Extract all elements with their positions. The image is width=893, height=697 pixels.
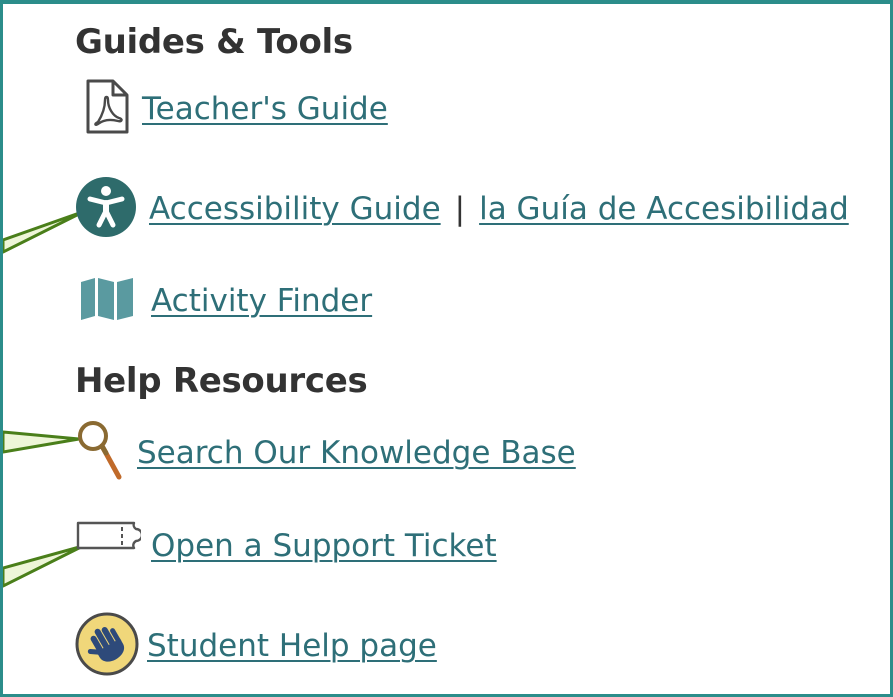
waving-hand-icon bbox=[75, 612, 139, 680]
link-separator: | bbox=[454, 191, 466, 227]
accessibility-guide-link[interactable]: Accessibility Guide bbox=[149, 191, 441, 227]
help-resources-heading: Help Resources bbox=[75, 361, 368, 401]
guides-tools-heading: Guides & Tools bbox=[75, 22, 353, 62]
support-ticket-row: Open a Support Ticket bbox=[75, 520, 497, 564]
accessibility-person-icon bbox=[75, 176, 137, 242]
knowledge-base-row: Search Our Knowledge Base bbox=[75, 419, 576, 487]
magnifying-glass-icon bbox=[75, 419, 127, 487]
student-help-row: Student Help page bbox=[75, 612, 437, 680]
activity-finder-link[interactable]: Activity Finder bbox=[151, 283, 372, 319]
resources-panel: Guides & Tools Teacher's Guide Accessibi… bbox=[0, 0, 893, 697]
teachers-guide-row: Teacher's Guide bbox=[83, 78, 388, 140]
knowledge-base-link[interactable]: Search Our Knowledge Base bbox=[137, 435, 576, 471]
map-icon bbox=[79, 276, 135, 326]
student-help-link[interactable]: Student Help page bbox=[147, 628, 437, 664]
activity-finder-row: Activity Finder bbox=[79, 276, 372, 326]
ticket-icon bbox=[75, 520, 144, 564]
accessibility-guide-row: Accessibility Guide | la Guía de Accesib… bbox=[75, 176, 849, 242]
pdf-document-icon bbox=[83, 78, 131, 140]
guia-accesibilidad-link[interactable]: la Guía de Accesibilidad bbox=[479, 191, 849, 227]
teachers-guide-link[interactable]: Teacher's Guide bbox=[142, 91, 388, 127]
support-ticket-link[interactable]: Open a Support Ticket bbox=[151, 528, 497, 564]
